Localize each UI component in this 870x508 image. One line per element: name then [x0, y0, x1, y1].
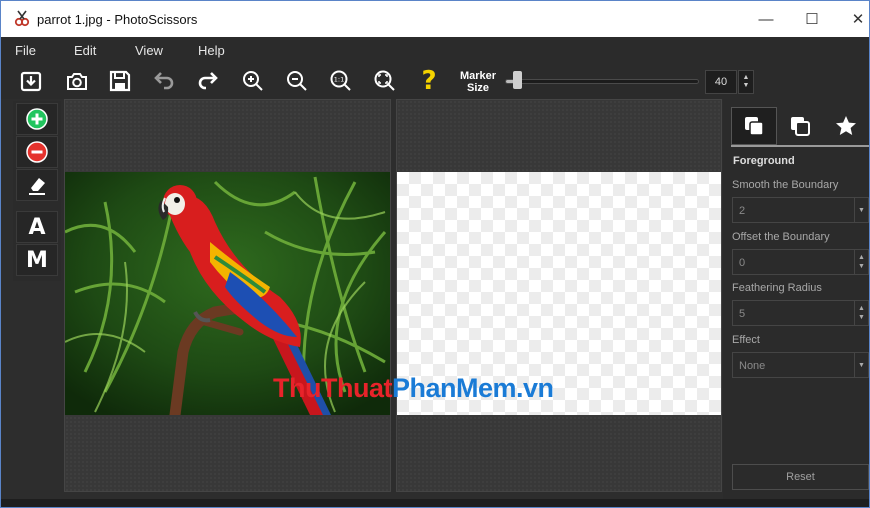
plus-circle-icon	[26, 108, 48, 130]
tab-foreground[interactable]	[731, 107, 777, 145]
marker-size-spinner[interactable]: ▲ ▼	[738, 70, 754, 94]
zoom-out-icon[interactable]	[283, 67, 311, 95]
app-window: parrot 1.jpg - PhotoScissors — ☐ ✕ File …	[0, 0, 870, 508]
menu-file[interactable]: File	[15, 43, 36, 58]
menu-help[interactable]: Help	[198, 43, 225, 58]
offset-value: 0	[739, 257, 746, 269]
panel-heading: Foreground	[733, 155, 795, 167]
menu-bar: File Edit View Help	[1, 37, 869, 63]
help-icon[interactable]: ?	[415, 66, 443, 96]
zoom-actual-glyph: 1:1	[334, 76, 344, 84]
effect-value: None	[739, 360, 766, 372]
auto-mode-label: A	[28, 214, 46, 240]
redo-icon[interactable]	[194, 67, 222, 95]
maximize-button[interactable]: ☐	[789, 1, 835, 37]
toolbar: 1:1 ? Marker Size 40 ▲ ▼	[1, 63, 869, 99]
zoom-fit-icon[interactable]	[371, 67, 399, 95]
manual-mode-label: M	[26, 247, 48, 273]
watermark-part1: ThuThuat	[273, 373, 392, 403]
reset-button[interactable]: Reset	[732, 464, 869, 490]
star-icon	[836, 116, 856, 135]
stepper-down-glyph: ▼	[858, 314, 865, 321]
save-icon[interactable]	[106, 67, 134, 95]
window-title: parrot 1.jpg - PhotoScissors	[37, 12, 198, 27]
dropdown-arrow-glyph: ▼	[858, 206, 865, 214]
panel-tabs	[731, 107, 869, 147]
offset-label: Offset the Boundary	[732, 231, 830, 243]
stepper-down-glyph: ▼	[858, 263, 865, 270]
marker-size-input[interactable]: 40	[705, 70, 737, 94]
smooth-value: 2	[739, 205, 746, 217]
feather-value: 5	[739, 308, 746, 320]
watermark-text: ThuThuatPhanMem.vn	[273, 373, 554, 404]
title-bar: parrot 1.jpg - PhotoScissors — ☐ ✕	[1, 1, 869, 37]
feather-label: Feathering Radius	[732, 282, 822, 294]
smooth-label: Smooth the Boundary	[732, 179, 839, 191]
stepper-arrows-icon[interactable]: ▲ ▼	[854, 301, 868, 325]
marker-size-label: Marker Size	[455, 70, 501, 94]
status-strip	[1, 499, 869, 507]
marker-label-line2: Size	[466, 82, 489, 94]
open-icon[interactable]	[17, 67, 45, 95]
menu-view[interactable]: View	[135, 43, 163, 58]
settings-panel: Foreground Smooth the Boundary 2 ▼ Offse…	[723, 99, 869, 499]
marker-size-thumb[interactable]	[512, 71, 522, 89]
spin-down-icon[interactable]: ▼	[743, 82, 750, 90]
help-glyph: ?	[421, 66, 437, 96]
spin-up-icon[interactable]: ▲	[743, 74, 750, 82]
zoom-in-icon[interactable]	[239, 67, 267, 95]
add-foreground-button[interactable]	[16, 103, 58, 135]
layers-front-icon	[745, 117, 764, 136]
close-button[interactable]: ✕	[835, 1, 869, 37]
effect-select[interactable]: None ▼	[732, 352, 869, 378]
auto-mode-button[interactable]: A	[16, 211, 58, 243]
stepper-arrows-icon[interactable]: ▲ ▼	[854, 250, 868, 274]
offset-stepper[interactable]: 0 ▲ ▼	[732, 249, 869, 275]
smooth-select[interactable]: 2 ▼	[732, 197, 869, 223]
effect-label: Effect	[732, 334, 760, 346]
chevron-down-icon[interactable]: ▼	[854, 353, 868, 377]
watermark-part2: PhanMem.vn	[391, 373, 554, 403]
undo-icon[interactable]	[150, 67, 178, 95]
tab-favorites[interactable]	[823, 107, 869, 145]
feather-stepper[interactable]: 5 ▲ ▼	[732, 300, 869, 326]
tab-background[interactable]	[777, 107, 823, 145]
remove-background-button[interactable]	[16, 136, 58, 168]
zoom-actual-icon[interactable]: 1:1	[327, 67, 355, 95]
manual-mode-button[interactable]: M	[16, 244, 58, 276]
minus-circle-icon	[26, 141, 48, 163]
app-scissors-icon	[14, 10, 30, 27]
chevron-down-icon[interactable]: ▼	[854, 198, 868, 222]
eraser-icon	[29, 178, 45, 195]
stepper-up-glyph: ▲	[858, 305, 865, 312]
eraser-button[interactable]	[16, 169, 58, 201]
stepper-up-glyph: ▲	[858, 254, 865, 261]
layers-back-icon	[791, 117, 810, 136]
left-toolbox: A M	[13, 101, 61, 281]
dropdown-arrow-glyph: ▼	[858, 361, 865, 369]
menu-edit[interactable]: Edit	[74, 43, 96, 58]
camera-icon[interactable]	[63, 67, 91, 95]
marker-label-line1: Marker	[459, 70, 497, 82]
marker-size-slider[interactable]	[505, 79, 699, 84]
minimize-button[interactable]: —	[743, 1, 789, 37]
